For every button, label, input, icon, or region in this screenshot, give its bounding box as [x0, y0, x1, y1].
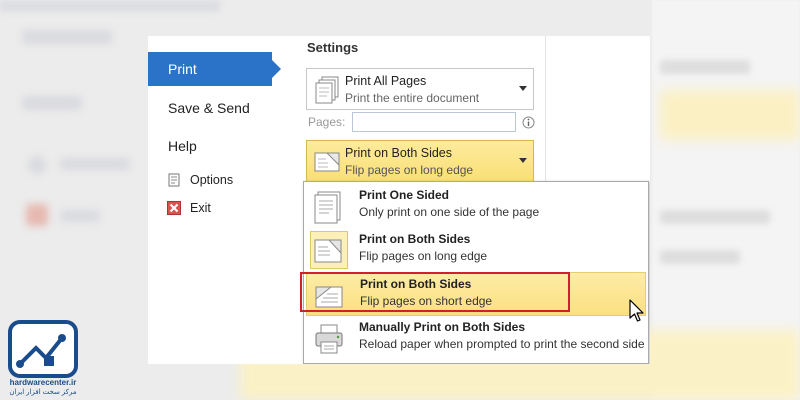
- nav-item-label: Print: [168, 61, 197, 77]
- menu-item-manual-both-sides[interactable]: Manually Print on Both Sides Reload pape…: [306, 316, 646, 360]
- nav-item-save-send[interactable]: Save & Send: [148, 96, 279, 120]
- print-sides-subtitle: Flip pages on long edge: [345, 163, 474, 177]
- pages-stack-icon: [315, 76, 339, 104]
- menu-item-subtitle: Only print on one side of the page: [359, 205, 540, 219]
- nav-item-label: Options: [190, 173, 234, 187]
- backstage-print-panel: Print Save & Send Help Options Exit Sett…: [148, 36, 650, 364]
- menu-item-subtitle: Reload paper when prompted to print the …: [359, 337, 645, 351]
- nav-item-print[interactable]: Print: [148, 52, 281, 86]
- logo-tagline-text: مرکز سخت افزار ایران: [9, 389, 77, 396]
- logo-site-text: hardwarecenter.ir: [9, 378, 77, 387]
- menu-item-print-one-sided[interactable]: Print One Sided Only print on one side o…: [306, 184, 646, 228]
- pages-label: Pages:: [308, 115, 346, 129]
- menu-item-both-sides-long-edge[interactable]: Print on Both Sides Flip pages on long e…: [306, 228, 646, 272]
- exit-icon: [167, 201, 181, 215]
- chevron-down-icon: [519, 158, 527, 163]
- print-sides-title: Print on Both Sides: [345, 146, 453, 160]
- nav-item-options[interactable]: Options: [148, 169, 279, 191]
- menu-item-subtitle: Flip pages on short edge: [360, 294, 493, 308]
- menu-item-subtitle: Flip pages on long edge: [359, 249, 488, 263]
- print-sides-dropdown[interactable]: Print on Both Sides Flip pages on long e…: [306, 140, 534, 182]
- print-pages-dropdown[interactable]: Print All Pages Print the entire documen…: [306, 68, 534, 110]
- duplex-long-edge-icon: [314, 239, 342, 263]
- menu-item-both-sides-short-edge[interactable]: Print on Both Sides Flip pages on short …: [306, 272, 646, 316]
- nav-item-help[interactable]: Help: [148, 134, 279, 158]
- mouse-cursor-icon: [629, 299, 644, 322]
- print-pages-title: Print All Pages: [345, 74, 427, 88]
- print-sides-menu: Print One Sided Only print on one side o…: [303, 181, 649, 364]
- nav-item-label: Help: [168, 138, 197, 154]
- nav-item-label: Save & Send: [168, 100, 250, 116]
- backstage-nav: Print Save & Send Help Options Exit: [148, 36, 281, 364]
- nav-item-exit[interactable]: Exit: [148, 197, 279, 219]
- duplex-short-edge-icon: [315, 286, 343, 308]
- pages-input[interactable]: [352, 112, 516, 132]
- manual-duplex-printer-icon: [315, 324, 343, 354]
- nav-item-label: Exit: [190, 201, 211, 215]
- menu-item-title: Manually Print on Both Sides: [359, 320, 526, 334]
- menu-item-title: Print on Both Sides: [360, 277, 472, 291]
- info-icon[interactable]: [522, 116, 535, 129]
- duplex-long-edge-icon: [314, 152, 340, 172]
- single-sided-icon: [314, 191, 341, 224]
- chevron-down-icon: [519, 86, 527, 91]
- print-pages-subtitle: Print the entire document: [345, 91, 480, 105]
- options-icon: [168, 173, 180, 187]
- menu-item-title: Print One Sided: [359, 188, 450, 202]
- menu-item-title: Print on Both Sides: [359, 232, 471, 246]
- settings-heading: Settings: [307, 40, 359, 55]
